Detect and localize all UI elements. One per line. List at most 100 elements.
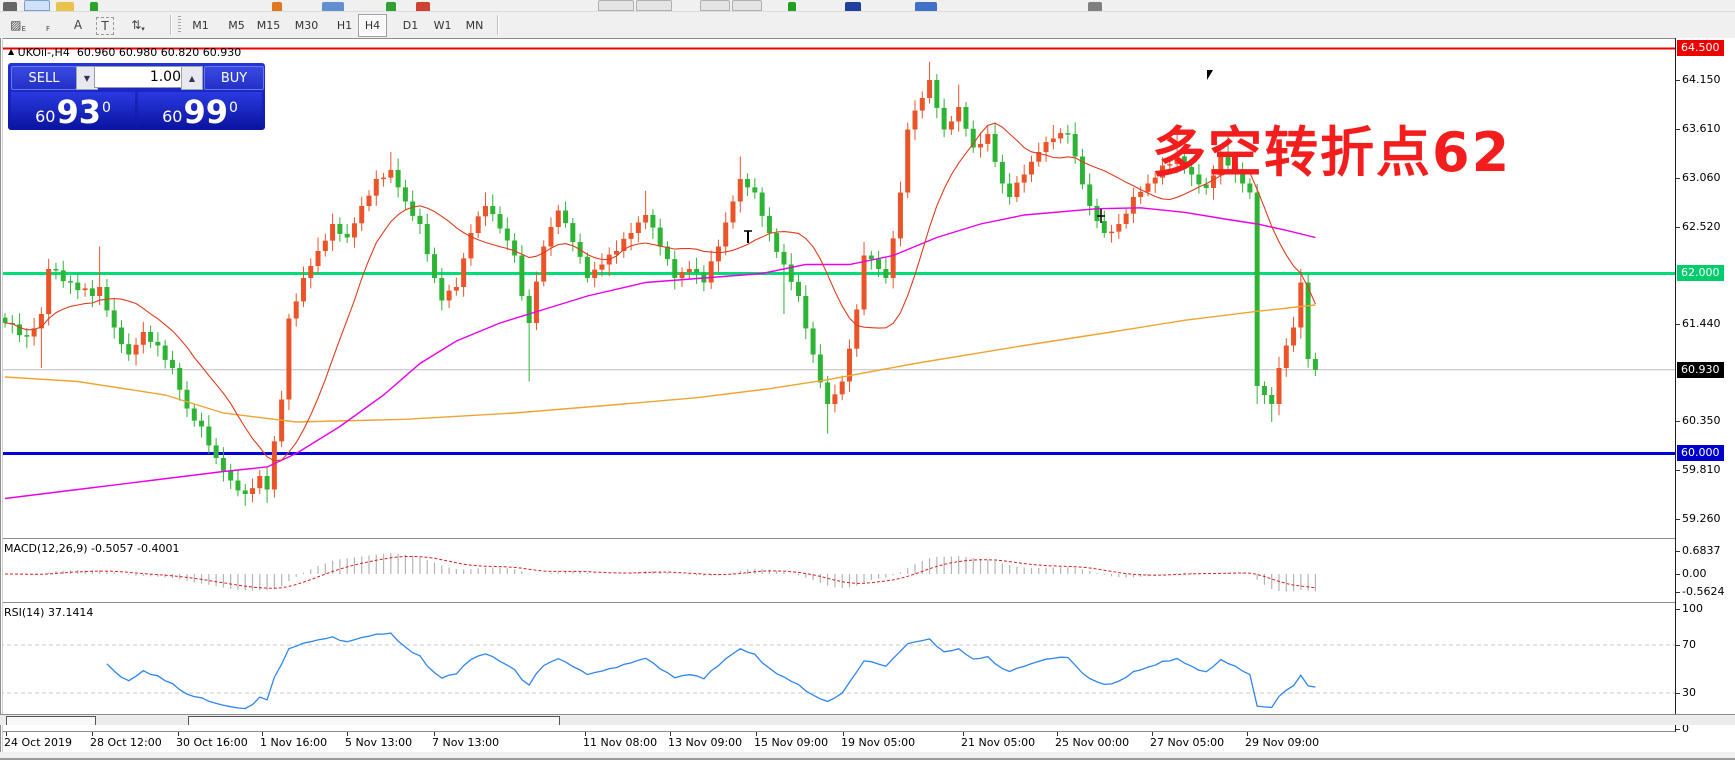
macd-pane[interactable] (0, 540, 1675, 602)
time-label: 5 Nov 13:00 (345, 736, 412, 749)
macd-axis-label: 0.6837 (1682, 544, 1721, 557)
toolbar-icon-fragment[interactable] (3, 2, 17, 11)
time-tick (1247, 732, 1248, 736)
timeframe-button-m30[interactable]: M30 (292, 14, 321, 37)
price-axis-label: 59.810 (1682, 463, 1721, 476)
chart-window[interactable]: 24 Oct 2019 28 Oct 12:00 30 Oct 16:00 1 Nov… (0, 38, 1735, 752)
time-label: 29 Nov 09:00 (1245, 736, 1319, 749)
macd-axis-label: -0.5624 (1682, 585, 1724, 598)
volume-increase-button[interactable]: ▲ (181, 66, 203, 90)
chart-tab[interactable] (188, 716, 560, 725)
time-tick (1152, 732, 1153, 736)
toolbar-icon-fragment[interactable] (598, 0, 634, 11)
arrange-icon[interactable]: ⇅ ▾ (128, 15, 148, 35)
toolbar-icon-fragment[interactable] (272, 2, 282, 11)
toolbar-icon-fragment[interactable] (700, 0, 730, 11)
time-tick (670, 732, 671, 736)
time-tick (1057, 732, 1058, 736)
sell-price[interactable]: 60 93 0 (11, 92, 135, 129)
time-label: 25 Nov 00:00 (1055, 736, 1129, 749)
chinese-annotation: 多空转折点62 (1152, 126, 1511, 180)
toolbar-separator (170, 15, 171, 35)
toolbar-drag-handle[interactable] (178, 16, 181, 34)
pane-top-border (0, 38, 1675, 39)
styles-icon[interactable]: ▨ E (8, 15, 28, 35)
timeframe-button-d1[interactable]: D1 (396, 14, 425, 37)
volume-input[interactable]: 1.00 (94, 66, 188, 88)
sell-button[interactable]: SELL (11, 66, 77, 90)
price-axis-label: 62.520 (1682, 220, 1721, 233)
textbox-icon[interactable]: T (96, 17, 114, 35)
toolbar-icon-fragment[interactable] (56, 2, 74, 11)
text-icon[interactable]: A (68, 15, 88, 35)
grid-icon[interactable]: ⿙ F (38, 15, 58, 35)
axis-tick (1676, 592, 1680, 593)
price-axis-badge: 64.500 (1677, 40, 1724, 56)
toolbar-separator (497, 15, 498, 35)
time-axis[interactable]: 24 Oct 2019 28 Oct 12:00 30 Oct 16:00 1 Nov… (0, 732, 1675, 752)
axis-tick (1676, 129, 1680, 130)
axis-tick (1676, 645, 1680, 646)
timeframe-button-h1[interactable]: H1 (330, 14, 359, 37)
time-label: 28 Oct 12:00 (90, 736, 162, 749)
timeframe-button-m5[interactable]: M5 (222, 14, 251, 37)
rsi-axis-label: 70 (1682, 638, 1696, 651)
axis-tick (1676, 178, 1680, 179)
toolbar-icon-fragment[interactable] (636, 0, 672, 11)
axis-tick (1676, 609, 1680, 610)
toolbar-icon-fragment[interactable] (1088, 2, 1102, 11)
time-tick (756, 732, 757, 736)
toolbar-icon-fragment[interactable] (845, 2, 861, 11)
time-label: 15 Nov 09:00 (754, 736, 828, 749)
time-label: 24 Oct 2019 (4, 736, 72, 749)
axis-tick (1676, 551, 1680, 552)
timeframe-button-w1[interactable]: W1 (428, 14, 457, 37)
price-axis-label: 64.150 (1682, 73, 1721, 86)
toolbar-icon-fragment[interactable] (788, 2, 796, 11)
time-tick (92, 732, 93, 736)
toolbar-icon-fragment[interactable] (322, 2, 344, 11)
timeframe-button-m15[interactable]: M15 (254, 14, 283, 37)
time-tick (585, 732, 586, 736)
toolbar-icon-fragment[interactable] (416, 2, 430, 11)
time-label: 1 Nov 16:00 (260, 736, 327, 749)
time-tick (434, 732, 435, 736)
rsi-pane[interactable] (0, 604, 1675, 731)
time-label: 21 Nov 05:00 (961, 736, 1035, 749)
buy-price[interactable]: 60 99 0 (138, 92, 262, 129)
timeframe-button-mn[interactable]: MN (460, 14, 489, 37)
axis-tick (1676, 574, 1680, 575)
buy-button[interactable]: BUY (204, 66, 264, 90)
macd-label: MACD(12,26,9) -0.5057 -0.4001 (4, 542, 179, 555)
price-axis[interactable]: 64.150 63.610 63.060 62.520 61.440 60.350 59.8… (1675, 38, 1735, 732)
time-label: 7 Nov 13:00 (432, 736, 499, 749)
chart-tab[interactable] (6, 716, 96, 725)
timeframe-button-h4[interactable]: H4 (358, 14, 387, 37)
price-axis-label: 61.440 (1682, 317, 1721, 330)
price-axis-label: 63.610 (1682, 122, 1721, 135)
toolbar-icon-fragment[interactable] (732, 0, 762, 11)
toolbar-icon-fragment[interactable] (915, 2, 937, 11)
rsi-label: RSI(14) 37.1414 (4, 606, 93, 619)
axis-tick (1676, 693, 1680, 694)
toolbar-icon-fragment[interactable] (386, 2, 396, 11)
timeframe-button-m1[interactable]: M1 (186, 14, 215, 37)
toolbar-main-clipped (0, 0, 1735, 12)
time-label: 30 Oct 16:00 (176, 736, 248, 749)
rsi-axis-label: 100 (1682, 602, 1703, 615)
time-tick (843, 732, 844, 736)
window-left-edge (0, 38, 1, 752)
bottom-tab-strip[interactable] (0, 714, 1735, 725)
toolbar-icon-fragment[interactable] (24, 0, 50, 11)
price-axis-badge: 62.000 (1677, 265, 1724, 281)
one-click-trading-panel: SELL ▼ 1.00 ▲ BUY 60 93 0 60 99 0 (8, 63, 265, 130)
price-axis-badge: 60.930 (1677, 362, 1724, 378)
time-label: 11 Nov 08:00 (583, 736, 657, 749)
collapse-arrow-icon[interactable]: ▲ (8, 47, 14, 56)
rsi-axis-label: 30 (1682, 686, 1696, 699)
toolbar-timeframes: ▨ E ⿙ F A T ⇅ ▾ M1 M5 M15 M30 H1 H4 D1 W1 MN (0, 12, 1735, 39)
time-label: 13 Nov 09:00 (668, 736, 742, 749)
axis-tick (1676, 729, 1680, 730)
price-axis-badge: 60.000 (1677, 445, 1724, 461)
toolbar-icon-fragment[interactable] (90, 2, 98, 11)
